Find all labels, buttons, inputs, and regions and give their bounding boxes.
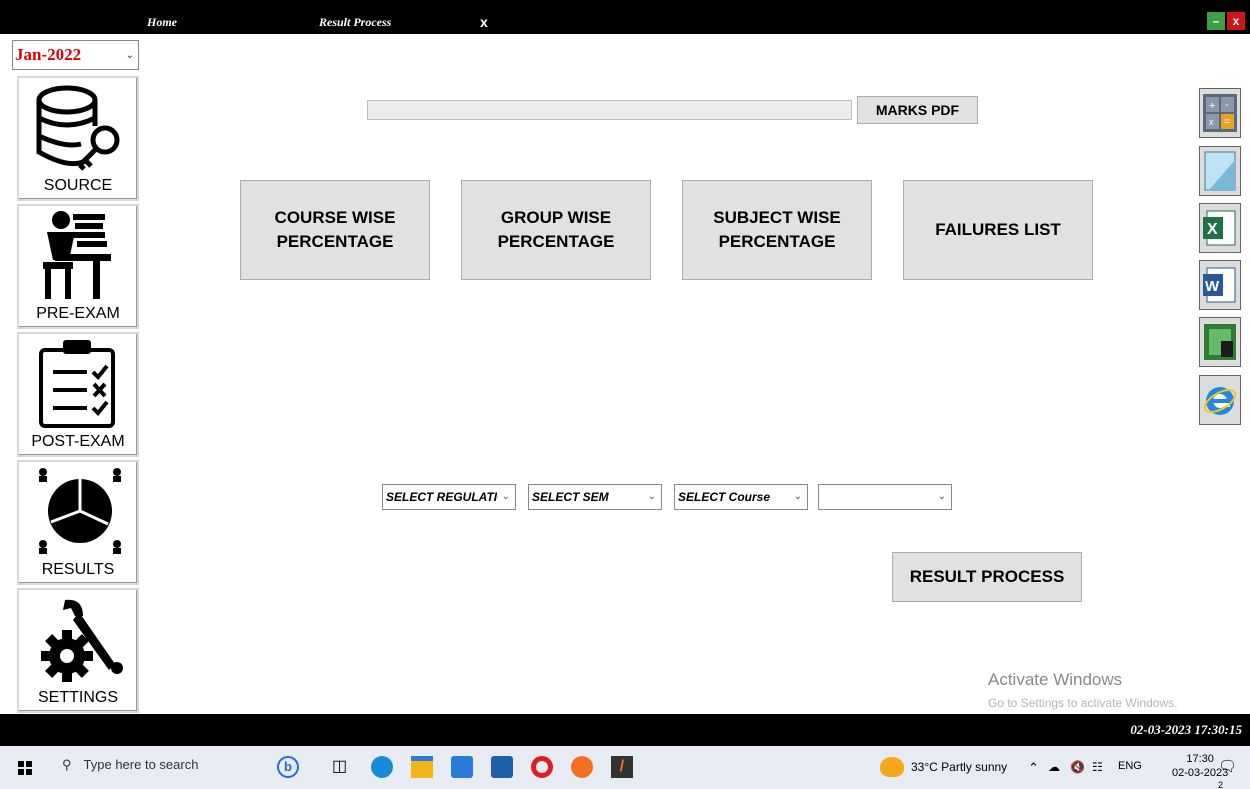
svg-text:W: W	[1205, 278, 1220, 295]
tab-bar: Home Result Process x – x	[0, 0, 1250, 34]
subject-wise-percentage-button[interactable]: SUBJECT WISE PERCENTAGE	[682, 180, 872, 280]
snipping-icon	[1204, 324, 1236, 360]
opera-icon[interactable]	[531, 756, 553, 778]
notification-count: 2	[1218, 780, 1224, 789]
chevron-up-icon[interactable]: ⌃	[1028, 760, 1039, 776]
month-select[interactable]: Jan-2022 ⌄	[12, 40, 139, 70]
snipping-tool-button[interactable]	[1199, 317, 1241, 367]
nav-source[interactable]: SOURCE	[17, 76, 139, 201]
excel-button[interactable]: X	[1199, 203, 1241, 253]
mail-icon[interactable]	[491, 756, 513, 778]
database-key-icon	[36, 85, 120, 171]
search-icon: ⚲	[62, 757, 72, 772]
notification-icon[interactable]: 🗨2	[1218, 757, 1240, 789]
network-icon[interactable]: ☷	[1092, 760, 1103, 774]
clipboard-checklist-icon	[39, 340, 115, 428]
tab-close-button[interactable]: x	[480, 14, 488, 30]
sem-value: SELECT SEM	[532, 490, 609, 504]
sidebar: Jan-2022 ⌄ SOURCE PRE-EXAM POST-EXAM RES…	[0, 34, 145, 714]
tab-home[interactable]: Home	[147, 15, 177, 30]
chevron-down-icon: ⌄	[647, 491, 656, 502]
bing-icon[interactable]: b	[277, 756, 299, 778]
taskbar: ⚲ Type here to search b ◫ / 33°C Partly s…	[0, 746, 1250, 789]
nav-pre-exam-label: PRE-EXAM	[36, 305, 120, 322]
gear-wrench-icon	[41, 599, 123, 682]
month-value: Jan-2022	[15, 45, 82, 64]
calculator-icon: + - x =	[1203, 94, 1237, 132]
status-datetime: 02-03-2023 17:30:15	[1130, 722, 1242, 737]
word-button[interactable]: W	[1199, 260, 1241, 310]
file-explorer-icon[interactable]	[411, 756, 433, 778]
nav-settings-label: SETTINGS	[37, 689, 118, 706]
calculator-button[interactable]: + - x =	[1199, 88, 1241, 138]
svg-text:=: =	[1224, 116, 1230, 128]
app-pen-icon[interactable]: /	[611, 756, 633, 778]
svg-text:X: X	[1207, 221, 1218, 238]
close-window-button[interactable]: x	[1227, 12, 1245, 30]
regulation-value: SELECT REGULATIC	[386, 490, 498, 504]
onedrive-icon[interactable]: ☁	[1048, 760, 1060, 774]
chevron-down-icon: ⌄	[501, 491, 510, 502]
edge-icon[interactable]	[371, 756, 393, 778]
internet-explorer-button[interactable]	[1199, 375, 1241, 425]
failures-list-button[interactable]: FAILURES LIST	[903, 180, 1093, 280]
weather-text[interactable]: 33°C Partly sunny	[911, 760, 1007, 774]
notepad-button[interactable]	[1199, 146, 1241, 196]
chevron-down-icon: ⌄	[937, 491, 946, 502]
tab-result-process[interactable]: Result Process	[319, 15, 391, 30]
main-panel: MARKS PDF COURSE WISE PERCENTAGE GROUP W…	[145, 34, 1250, 714]
minimize-button[interactable]: –	[1207, 12, 1225, 30]
activate-windows-subtitle: Go to Settings to activate Windows.	[988, 696, 1178, 710]
nav-results[interactable]: RESULTS	[17, 460, 139, 585]
excel-icon: X	[1203, 210, 1236, 246]
nav-source-label: SOURCE	[43, 177, 113, 194]
nav-post-exam[interactable]: POST-EXAM	[17, 332, 139, 457]
extra-select[interactable]: ⌄	[818, 484, 952, 510]
svg-text:+: +	[1209, 100, 1215, 112]
status-bar: 02-03-2023 17:30:15	[0, 714, 1250, 746]
nav-settings[interactable]: SETTINGS	[17, 588, 139, 713]
nav-post-exam-label: POST-EXAM	[31, 433, 125, 450]
internet-explorer-icon	[1203, 387, 1237, 415]
word-icon: W	[1203, 267, 1236, 303]
course-select[interactable]: SELECT Course ⌄	[674, 484, 808, 510]
course-wise-percentage-button[interactable]: COURSE WISE PERCENTAGE	[240, 180, 430, 280]
search-placeholder: Type here to search	[83, 757, 199, 772]
result-process-button[interactable]: RESULT PROCESS	[892, 552, 1082, 602]
svg-text:x: x	[1209, 117, 1214, 127]
taskbar-search[interactable]: ⚲ Type here to search	[62, 757, 198, 773]
nav-results-label: RESULTS	[41, 561, 115, 578]
windows-start-icon[interactable]	[18, 761, 32, 775]
store-icon[interactable]	[451, 756, 473, 778]
sem-select[interactable]: SELECT SEM ⌄	[528, 484, 662, 510]
pie-chart-people-icon	[39, 468, 121, 554]
chevron-down-icon: ⌄	[793, 491, 802, 502]
svg-text:-: -	[1225, 99, 1229, 111]
marks-pdf-button[interactable]: MARKS PDF	[857, 96, 978, 124]
course-value: SELECT Course	[678, 490, 771, 504]
nav-pre-exam[interactable]: PRE-EXAM	[17, 204, 139, 329]
regulation-select[interactable]: SELECT REGULATIC ⌄	[382, 484, 516, 510]
weather-icon	[880, 757, 904, 777]
student-desk-icon	[43, 211, 111, 299]
speaker-muted-icon[interactable]: 🔇	[1070, 760, 1085, 774]
chevron-down-icon: ⌄	[125, 50, 134, 61]
notepad-icon	[1204, 151, 1236, 191]
task-view-icon[interactable]: ◫	[332, 756, 354, 778]
language-indicator[interactable]: ENG	[1118, 760, 1142, 772]
file-path-field[interactable]	[367, 100, 852, 120]
firefox-icon[interactable]	[571, 756, 593, 778]
activate-windows-title: Activate Windows	[988, 670, 1123, 689]
group-wise-percentage-button[interactable]: GROUP WISE PERCENTAGE	[461, 180, 651, 280]
